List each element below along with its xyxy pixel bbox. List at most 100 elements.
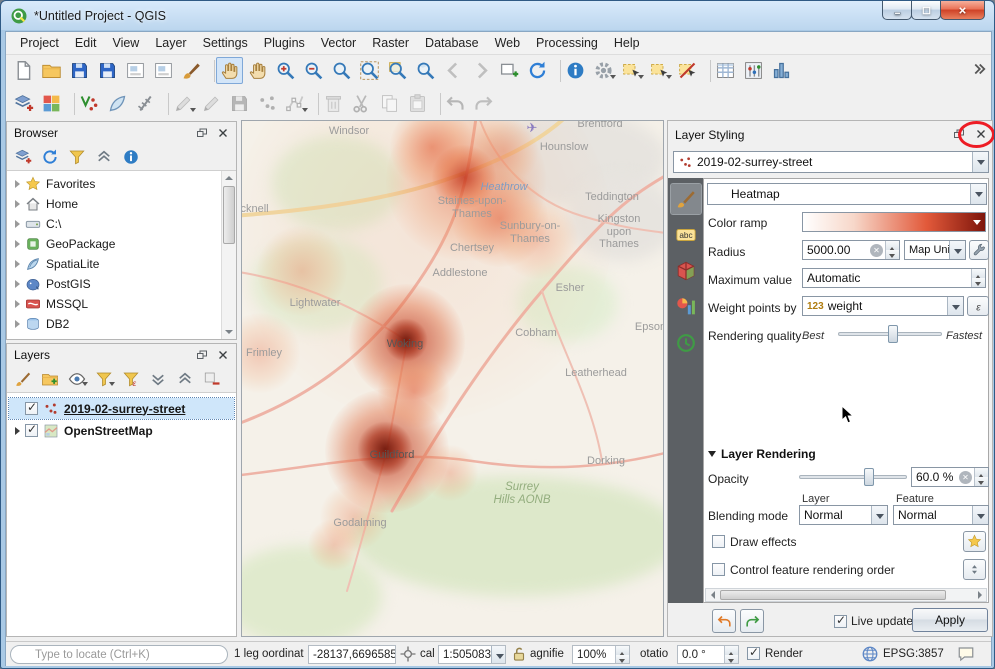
- filter-legend[interactable]: [92, 367, 116, 391]
- layer-rendering-header[interactable]: Layer Rendering: [708, 447, 816, 461]
- select-by-expression[interactable]: [646, 57, 673, 84]
- new-geopackage-layer[interactable]: [104, 90, 131, 117]
- scroll-up-icon[interactable]: [222, 171, 236, 185]
- zoom-next[interactable]: [468, 57, 495, 84]
- browser-item-geopackage[interactable]: GeoPackage: [7, 234, 236, 254]
- open-attribute-table[interactable]: [712, 57, 739, 84]
- collapse-all[interactable]: [173, 367, 197, 391]
- toolbar-button[interactable]: [552, 57, 561, 84]
- scroll-right-icon[interactable]: [973, 589, 986, 601]
- scale-select[interactable]: 1:505083: [438, 645, 506, 664]
- locate-input[interactable]: [10, 645, 228, 664]
- clear-value-icon[interactable]: [870, 244, 883, 257]
- zoom-to-selection[interactable]: [384, 57, 411, 84]
- layer-item-surrey-street[interactable]: 2019-02-surrey-street: [9, 398, 234, 419]
- expand-arrow-icon[interactable]: [15, 240, 20, 248]
- layer-visibility-checkbox[interactable]: [25, 402, 38, 415]
- styling-layer-select[interactable]: 2019-02-surrey-street: [673, 151, 989, 173]
- tab-3d-view[interactable]: [671, 256, 701, 286]
- expand-arrow-icon[interactable]: [15, 280, 20, 288]
- color-ramp-select[interactable]: [802, 212, 986, 232]
- lock-scale-icon[interactable]: [510, 645, 528, 663]
- spin-buttons[interactable]: [974, 468, 988, 486]
- messages-icon[interactable]: [956, 645, 976, 663]
- float-panel-icon[interactable]: [193, 347, 211, 363]
- magnifier-input[interactable]: 100%: [572, 645, 630, 664]
- tab-history[interactable]: [671, 328, 701, 358]
- clear-value-icon[interactable]: [959, 471, 972, 484]
- rendering-order-button[interactable]: [963, 559, 986, 580]
- expand-arrow-icon[interactable]: [15, 220, 20, 228]
- layer-item-openstreetmap[interactable]: OpenStreetMap: [9, 420, 234, 441]
- expression-button[interactable]: [967, 296, 989, 316]
- zoom-to-layer[interactable]: [412, 57, 439, 84]
- scrollbar-thumb[interactable]: [223, 186, 235, 244]
- browser-filter[interactable]: [65, 145, 89, 169]
- close-button[interactable]: [940, 1, 985, 20]
- redo-style-button[interactable]: [740, 609, 764, 633]
- paste-features[interactable]: [404, 90, 431, 117]
- menu-item[interactable]: Help: [606, 33, 648, 53]
- add-feature[interactable]: [254, 90, 281, 117]
- coordinate-input[interactable]: -28137,6696585: [308, 645, 396, 664]
- menu-item[interactable]: Web: [487, 33, 528, 53]
- browser-item-postgis[interactable]: PostGIS: [7, 274, 236, 294]
- toolbar-overflow-chevron[interactable]: [970, 60, 990, 80]
- open-project[interactable]: [38, 57, 65, 84]
- cut-features[interactable]: [348, 90, 375, 117]
- map-canvas[interactable]: WindsorBrentfordHounslow✈HeathrowStaines…: [241, 120, 664, 637]
- menu-item[interactable]: Settings: [195, 33, 256, 53]
- statistical-summary[interactable]: [768, 57, 795, 84]
- draw-effects-checkbox[interactable]: [712, 535, 725, 548]
- tab-diagrams[interactable]: [671, 292, 701, 322]
- menu-item[interactable]: Plugins: [256, 33, 313, 53]
- opacity-slider[interactable]: [799, 467, 907, 487]
- control-rendering-order-checkbox[interactable]: [712, 563, 725, 576]
- field-calculator[interactable]: [740, 57, 767, 84]
- close-panel-icon[interactable]: [214, 125, 232, 141]
- browser-collapse-all[interactable]: [92, 145, 116, 169]
- scroll-left-icon[interactable]: [706, 589, 719, 601]
- new-print-layout[interactable]: [122, 57, 149, 84]
- close-panel-icon[interactable]: [214, 347, 232, 363]
- expand-arrow-icon[interactable]: [15, 427, 20, 435]
- radius-input[interactable]: 5000.00: [802, 240, 900, 260]
- live-update-checkbox[interactable]: [834, 615, 847, 628]
- add-group[interactable]: [38, 367, 62, 391]
- effects-options-button[interactable]: [963, 531, 986, 552]
- radius-units-select[interactable]: Map Units: [904, 240, 966, 260]
- vertex-tool[interactable]: [282, 90, 309, 117]
- slider-handle[interactable]: [888, 325, 898, 343]
- expand-all[interactable]: [146, 367, 170, 391]
- toggle-editing[interactable]: [198, 90, 225, 117]
- zoom-in[interactable]: [272, 57, 299, 84]
- spin-buttons[interactable]: [724, 646, 738, 663]
- expand-arrow-icon[interactable]: [15, 320, 20, 328]
- new-shapefile-layer[interactable]: [76, 90, 103, 117]
- layer-visibility-checkbox[interactable]: [25, 424, 38, 437]
- menu-item[interactable]: Raster: [364, 33, 417, 53]
- menu-item[interactable]: Project: [12, 33, 67, 53]
- feature-blend-mode-select[interactable]: Normal: [893, 505, 989, 525]
- current-edits[interactable]: [170, 90, 197, 117]
- deselect-all[interactable]: [674, 57, 701, 84]
- data-source-manager[interactable]: [10, 90, 37, 117]
- toolbar-button[interactable]: [66, 90, 75, 117]
- browser-item-mssql[interactable]: MSSQL: [7, 294, 236, 314]
- show-layout-manager[interactable]: [150, 57, 177, 84]
- maximum-value-input[interactable]: Automatic: [802, 268, 986, 288]
- select-features[interactable]: [618, 57, 645, 84]
- render-checkbox[interactable]: [747, 647, 760, 660]
- menu-item[interactable]: Processing: [528, 33, 606, 53]
- new-map-view[interactable]: [496, 57, 523, 84]
- browser-item-spatialite[interactable]: SpatiaLite: [7, 254, 236, 274]
- filter-legend-by-expression[interactable]: [119, 367, 143, 391]
- browser-item-favorites[interactable]: Favorites: [7, 174, 236, 194]
- undo-style-button[interactable]: [712, 609, 736, 633]
- browser-properties-widget[interactable]: [119, 145, 143, 169]
- opacity-input[interactable]: 60.0 %: [911, 467, 989, 487]
- toolbar-button[interactable]: [310, 90, 319, 117]
- new-virtual-layer[interactable]: [132, 90, 159, 117]
- browser-scrollbar[interactable]: [221, 171, 236, 339]
- menu-item[interactable]: Vector: [313, 33, 364, 53]
